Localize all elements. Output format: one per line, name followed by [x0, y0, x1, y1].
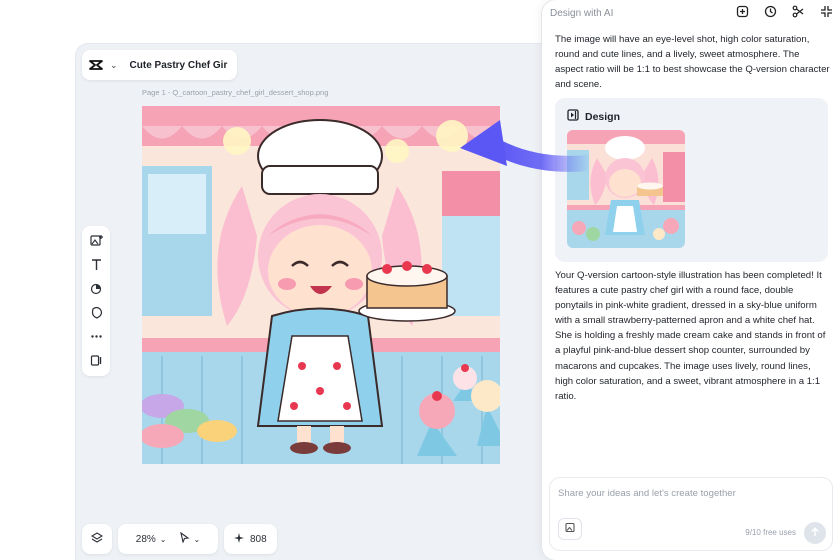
- page-label: Page 1 - Q_cartoon_pastry_chef_girl_dess…: [142, 88, 329, 97]
- bottom-bar: 28% ⌄ ⌄ 808: [82, 524, 277, 554]
- panel-icon: [90, 354, 103, 370]
- pastry-chef-illustration: [142, 106, 500, 464]
- design-thumbnail[interactable]: [567, 130, 685, 248]
- panel-tool[interactable]: [88, 354, 104, 370]
- chevron-down-icon: ⌄: [193, 534, 201, 544]
- more-icon: [90, 330, 103, 346]
- upload-image-button[interactable]: [558, 518, 582, 540]
- chevron-down-icon[interactable]: ⌄: [110, 60, 118, 71]
- zoom-control: 28% ⌄ ⌄: [118, 524, 218, 554]
- free-uses-count: 9/10 free uses: [745, 528, 796, 537]
- ai-result-message: Your Q-version cartoon-style illustratio…: [555, 270, 826, 402]
- layers-icon: [90, 531, 104, 547]
- project-menu[interactable]: ⌄ Cute Pastry Chef Gir: [82, 50, 238, 80]
- image-upload-icon: [564, 520, 576, 538]
- new-chat-icon: [736, 5, 749, 23]
- editor-window: ⌄ Cute Pastry Chef Gir Page 1 - Q_cartoo…: [76, 44, 576, 560]
- capcut-logo-icon: [88, 57, 104, 73]
- zoom-value: 28%: [135, 533, 156, 545]
- collapse-icon: [820, 5, 833, 23]
- shape-icon: [90, 282, 103, 298]
- shape-tool[interactable]: [88, 282, 104, 298]
- chevron-down-icon: ⌄: [159, 534, 167, 544]
- ai-intro-message: The image will have an eye-level shot, h…: [555, 34, 830, 90]
- share-button[interactable]: [790, 5, 806, 23]
- history-button[interactable]: [762, 5, 778, 23]
- pastry-chef-thumbnail: [567, 130, 685, 248]
- add-image-tool[interactable]: [88, 234, 104, 250]
- ai-panel-header: Design with AI: [550, 5, 834, 23]
- layers-button[interactable]: [82, 524, 112, 554]
- arrow-up-icon: [810, 524, 820, 542]
- image-plus-icon: [89, 234, 103, 250]
- sticker-icon: [90, 306, 103, 322]
- design-card: Design: [555, 98, 828, 262]
- ai-header-actions: [734, 5, 834, 23]
- design-card-header: Design: [567, 108, 620, 126]
- ai-panel: Design with AI The image will have an ey…: [542, 0, 840, 560]
- pointer-icon: [179, 531, 190, 546]
- prompt-input[interactable]: [558, 488, 818, 499]
- history-icon: [764, 5, 777, 23]
- design-label: Design: [585, 111, 621, 123]
- zoom-select[interactable]: 28% ⌄: [136, 534, 167, 545]
- prompt-box: 9/10 free uses: [550, 478, 832, 550]
- sticker-tool[interactable]: [88, 306, 104, 322]
- canvas-artwork[interactable]: [142, 106, 500, 464]
- send-button[interactable]: [804, 522, 826, 544]
- credits-count: 808: [250, 533, 267, 545]
- text-icon: [90, 258, 103, 274]
- sparkle-icon: [234, 532, 244, 546]
- project-title: Cute Pastry Chef Gir: [129, 59, 228, 71]
- left-toolbar: [82, 226, 110, 376]
- new-chat-button[interactable]: [734, 5, 750, 23]
- collapse-button[interactable]: [818, 6, 834, 22]
- credits-button[interactable]: 808: [224, 524, 277, 554]
- more-tool[interactable]: [88, 330, 104, 346]
- text-tool[interactable]: [88, 258, 104, 274]
- ai-panel-title: Design with AI: [550, 8, 614, 19]
- share-icon: [792, 5, 805, 23]
- design-icon: [567, 108, 579, 126]
- pointer-select[interactable]: ⌄: [179, 531, 201, 546]
